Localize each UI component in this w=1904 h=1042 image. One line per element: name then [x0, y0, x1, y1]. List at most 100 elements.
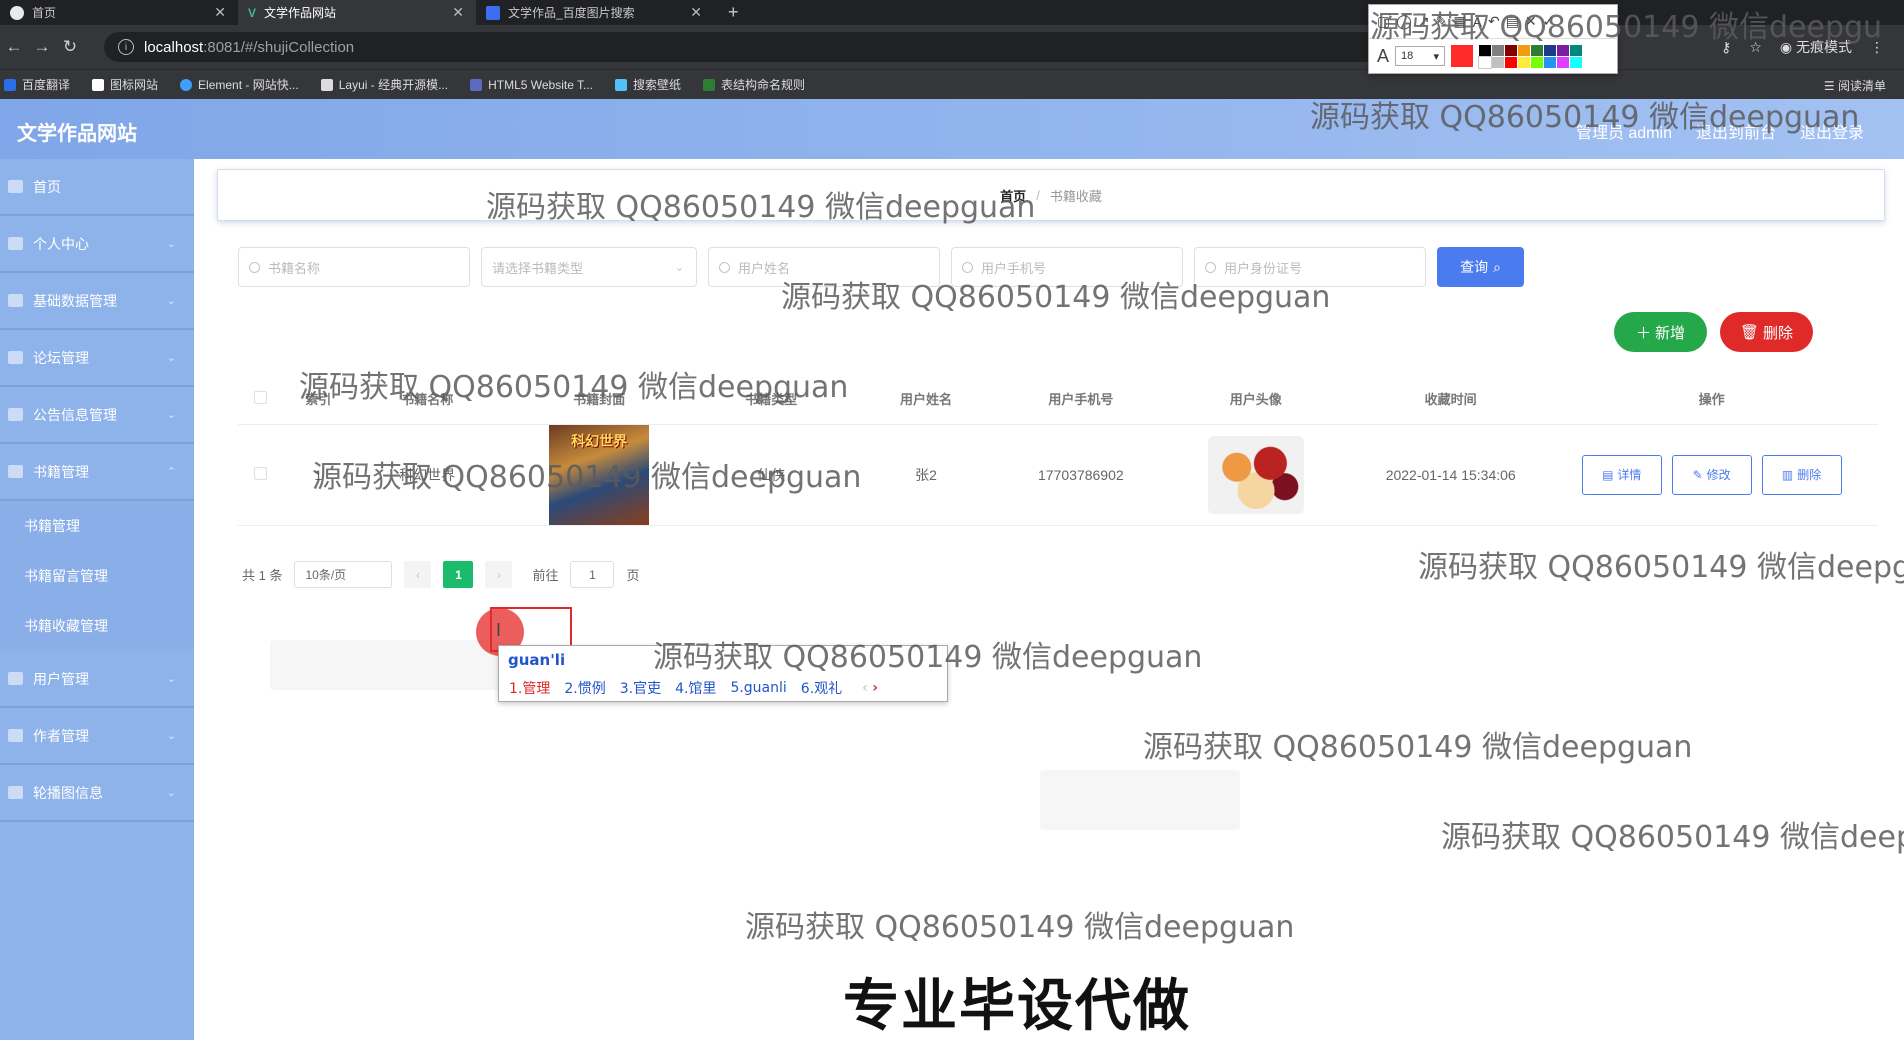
ime-candidate[interactable]: 6.观礼	[801, 678, 842, 698]
ime-candidate[interactable]: 5.guanli	[730, 680, 786, 696]
confirm-icon[interactable]: ✓	[1543, 13, 1555, 30]
bookmark-item[interactable]: 搜索壁纸	[615, 76, 681, 93]
sidebar-item-label: 基础数据管理	[33, 292, 117, 309]
bookmark-item[interactable]: 图标网站	[92, 76, 158, 93]
close-icon[interactable]: ✕	[1525, 13, 1537, 30]
column-header: 用户姓名	[845, 374, 1007, 425]
select-all-checkbox[interactable]	[254, 390, 268, 404]
column-header: 用户手机号	[1006, 374, 1156, 425]
info-icon[interactable]: i	[118, 39, 134, 55]
bookmark-item[interactable]: HTML5 Website T...	[470, 78, 593, 92]
sidebar-item-basedata[interactable]: 基础数据管理 ⌄	[0, 273, 194, 330]
ime-candidate[interactable]: 1.管理	[509, 678, 550, 698]
delete-button[interactable]: ▥ 删除	[1761, 454, 1842, 495]
menu-icon[interactable]: ⋮	[1870, 39, 1884, 56]
sidebar-subitem-books[interactable]: 书籍管理	[0, 501, 194, 551]
sidebar-item-home[interactable]: 首页	[0, 159, 194, 216]
edit-button[interactable]: ✎ 修改	[1671, 454, 1752, 495]
reload-icon[interactable]: ↻	[56, 37, 84, 57]
browser-tab-1[interactable]: 首页 ✕	[0, 0, 238, 25]
ime-candidate-window[interactable]: guan'li 1.管理 2.惯例 3.官吏 4.馆里 5.guanli 6.观…	[498, 645, 948, 702]
row-checkbox[interactable]	[254, 466, 268, 480]
ellipse-tool-icon[interactable]: ◯	[1396, 13, 1412, 30]
book-name-input[interactable]: 书籍名称	[238, 247, 470, 287]
new-tab-button[interactable]: +	[728, 2, 739, 23]
close-icon[interactable]: ✕	[214, 4, 226, 21]
sidebar-item-forum[interactable]: 论坛管理 ⌄	[0, 330, 194, 387]
bookmark-item[interactable]: 表结构命名规则	[703, 76, 805, 93]
user-avatar-image[interactable]	[1207, 435, 1304, 514]
book-type-select[interactable]: 请选择书籍类型 ⌄	[481, 247, 697, 287]
table-header-row: 索引 书籍名称 书籍封面 书籍类型 用户姓名 用户手机号 用户头像 收藏时间 操…	[238, 374, 1878, 425]
ime-candidate[interactable]: 3.官吏	[620, 678, 661, 698]
font-size-select[interactable]: 18 ▾	[1395, 46, 1446, 66]
prev-page-button[interactable]: ‹	[404, 561, 432, 588]
goto-frontend-link[interactable]: 退出到前台	[1696, 119, 1776, 143]
url-input[interactable]: i localhost:8081/#/shujiCollection	[104, 32, 1394, 62]
plus-icon: ＋	[1635, 324, 1651, 342]
edit-icon: ✎	[1692, 467, 1703, 482]
detail-label: 详情	[1617, 468, 1642, 482]
annotation-tools: ▢ ◯ ↗ ✎ ▦ A ↶ ▤ ✕ ✓	[1369, 5, 1617, 39]
key-icon[interactable]: ⚷	[1721, 39, 1731, 56]
cell-index: 1	[283, 424, 353, 526]
current-color-swatch[interactable]	[1451, 45, 1474, 67]
bookmark-item[interactable]: Layui - 经典开源模...	[320, 76, 448, 93]
bookmark-item[interactable]: 百度翻译	[4, 76, 70, 93]
search-icon: ⌕	[1493, 258, 1501, 275]
search-icon	[1205, 261, 1216, 273]
sidebar-subitem-book-collection[interactable]: 书籍收藏管理	[0, 601, 194, 651]
next-page-button[interactable]: ›	[485, 561, 513, 588]
ime-candidate[interactable]: 2.惯例	[564, 678, 605, 698]
user-name-input[interactable]: 用户姓名	[708, 247, 940, 287]
bookmark-item[interactable]: Element - 网站快...	[180, 76, 299, 93]
goto-page-input[interactable]: 1	[570, 561, 615, 588]
mosaic-tool-icon[interactable]: ▦	[1453, 13, 1466, 30]
add-label: 新增	[1655, 324, 1686, 342]
incognito-badge[interactable]: ◉ 无痕模式	[1780, 37, 1852, 57]
page-number-current[interactable]: 1	[443, 561, 474, 588]
back-icon[interactable]: ←	[0, 37, 28, 57]
star-icon[interactable]: ☆	[1749, 39, 1762, 56]
cell-avatar	[1155, 424, 1357, 526]
close-icon[interactable]: ✕	[690, 4, 702, 21]
sidebar-item-users[interactable]: 用户管理 ⌄	[0, 651, 194, 708]
sidebar-item-authors[interactable]: 作者管理 ⌄	[0, 708, 194, 765]
url-path: :8081/#/shujiCollection	[203, 38, 355, 56]
reading-list[interactable]: ☰ 阅读清单	[1824, 77, 1886, 94]
breadcrumb-home[interactable]: 首页	[1000, 186, 1026, 205]
sidebar-item-profile[interactable]: 个人中心 ⌄	[0, 216, 194, 273]
pen-tool-icon[interactable]: ✎	[1436, 13, 1448, 30]
text-tool-icon[interactable]: A	[1473, 14, 1482, 30]
ime-candidate[interactable]: 4.馆里	[675, 678, 716, 698]
undo-icon[interactable]: ↶	[1488, 13, 1500, 30]
column-header: 用户头像	[1155, 374, 1357, 425]
forward-icon[interactable]: →	[28, 37, 56, 57]
color-palette[interactable]	[1478, 44, 1583, 69]
rect-tool-icon[interactable]: ▢	[1377, 13, 1390, 30]
page-size-select[interactable]: 10条/页	[294, 561, 393, 588]
query-label: 查询	[1460, 259, 1489, 275]
close-icon[interactable]: ✕	[452, 4, 464, 21]
sidebar-item-carousel[interactable]: 轮播图信息 ⌄	[0, 765, 194, 822]
add-button[interactable]: ＋新增	[1614, 312, 1707, 352]
batch-delete-button[interactable]: 🗑 删除	[1720, 312, 1813, 352]
detail-button[interactable]: ▤ 详情	[1581, 454, 1662, 495]
book-cover-image[interactable]: 科幻世界	[549, 424, 650, 525]
arrow-tool-icon[interactable]: ↗	[1418, 13, 1430, 30]
ime-page-arrows[interactable]: ‹ ›	[862, 680, 878, 696]
user-phone-input[interactable]: 用户手机号	[951, 247, 1183, 287]
browser-tab-2[interactable]: V 文学作品网站 ✕	[238, 0, 476, 25]
query-button[interactable]: 查询 ⌕	[1437, 247, 1524, 287]
browser-tab-3[interactable]: 文学作品_百度图片搜索 ✕	[476, 0, 714, 25]
logout-link[interactable]: 退出登录	[1800, 119, 1864, 143]
url-host: localhost	[144, 38, 204, 56]
bookmark-label: 图标网站	[110, 78, 159, 92]
sidebar-subitem-book-comments[interactable]: 书籍留言管理	[0, 551, 194, 601]
trash-icon: ▥	[1781, 467, 1794, 482]
chevron-down-icon: ⌄	[166, 787, 176, 799]
user-id-input[interactable]: 用户身份证号	[1194, 247, 1426, 287]
sidebar-item-notice[interactable]: 公告信息管理 ⌄	[0, 387, 194, 444]
sidebar-item-books[interactable]: 书籍管理 ⌃	[0, 444, 194, 501]
save-icon[interactable]: ▤	[1506, 13, 1519, 30]
